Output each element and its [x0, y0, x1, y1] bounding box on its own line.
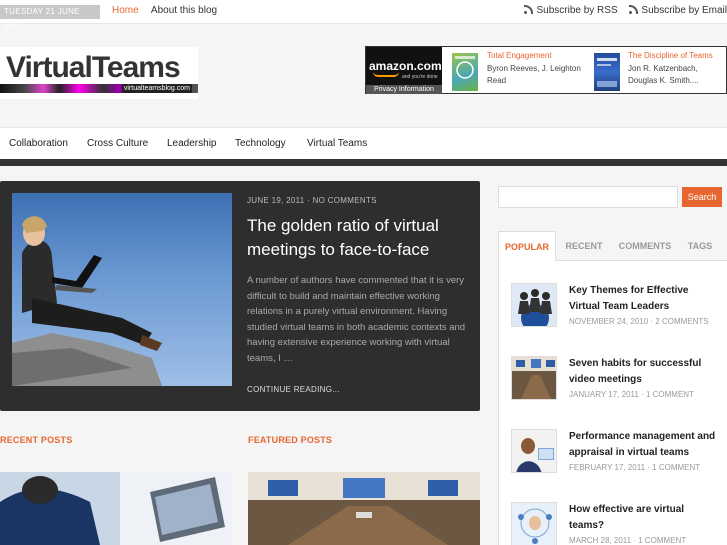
- book-author: Byron Reeves, J. Leighton Read: [487, 64, 581, 85]
- amazon-smile-icon: [373, 72, 399, 77]
- rss-icon: [629, 5, 639, 14]
- menu-divider-bar: [0, 159, 727, 166]
- recent-posts-heading: RECENT POSTS: [0, 435, 73, 445]
- featured-post-date: JUNE 19, 2011: [247, 196, 305, 205]
- post-date: NOVEMBER 24, 2010: [569, 317, 649, 326]
- search-input[interactable]: [498, 186, 678, 208]
- featured-post-thumbnail[interactable]: [248, 472, 480, 545]
- post-thumbnail[interactable]: [511, 356, 557, 400]
- privacy-information-link[interactable]: Privacy Information: [366, 85, 442, 94]
- date-badge: TUESDAY 21 JUNE 2011: [0, 5, 100, 30]
- rss-icon: [524, 5, 534, 14]
- menu-item-collaboration[interactable]: Collaboration: [9, 138, 68, 149]
- nav-about-link[interactable]: About this blog: [151, 5, 217, 16]
- book-title-link[interactable]: The Discipline of Teams: [628, 51, 713, 60]
- tab-recent[interactable]: RECENT: [558, 231, 610, 261]
- post-title[interactable]: Performance management and appraisal in …: [569, 429, 719, 461]
- menu-item-leadership[interactable]: Leadership: [167, 138, 216, 149]
- book-cover-total-engagement[interactable]: [452, 53, 478, 91]
- list-item[interactable]: Performance management and appraisal in …: [511, 429, 721, 495]
- book-title-link[interactable]: Total Engagement: [487, 51, 552, 60]
- post-meta: JANUARY 17, 2011 · 1 COMMENT: [569, 390, 694, 399]
- sidebar-tabs: POPULAR RECENT COMMENTS TAGS: [498, 231, 727, 261]
- post-thumbnail[interactable]: [511, 429, 557, 473]
- tab-tags[interactable]: TAGS: [680, 231, 720, 261]
- post-comments-link[interactable]: 1 COMMENT: [638, 536, 686, 545]
- post-date: FEBRUARY 17, 2011: [569, 463, 646, 472]
- list-item[interactable]: Seven habits for successful video meetin…: [511, 356, 721, 422]
- logo-text: VirtualTeams: [6, 51, 181, 84]
- menu-item-technology[interactable]: Technology: [235, 138, 286, 149]
- list-item[interactable]: How effective are virtual teams? MARCH 2…: [511, 502, 721, 545]
- featured-post-comments-link[interactable]: NO COMMENTS: [313, 196, 377, 205]
- subscribe-rss-label: Subscribe by RSS: [536, 5, 618, 16]
- post-title[interactable]: Key Themes for Effective Virtual Team Le…: [569, 283, 719, 315]
- tab-popular[interactable]: POPULAR: [498, 231, 556, 261]
- featured-posts-heading: FEATURED POSTS: [248, 435, 333, 445]
- list-item[interactable]: Key Themes for Effective Virtual Team Le…: [511, 283, 721, 349]
- top-nav: Home About this blog: [112, 5, 227, 16]
- post-title[interactable]: Seven habits for successful video meetin…: [569, 356, 719, 388]
- popular-posts-panel: Key Themes for Effective Virtual Team Le…: [498, 261, 727, 545]
- amazon-logo-panel[interactable]: amazon.com and you're done Privacy Infor…: [366, 47, 442, 94]
- logo-url: virtualteamsblog.com: [121, 84, 192, 93]
- top-bar: TUESDAY 21 JUNE 2011 Home About this blo…: [0, 0, 727, 30]
- subscribe-links: Subscribe by RSS Subscribe by Email: [515, 5, 727, 16]
- featured-post-title[interactable]: The golden ratio of virtual meetings to …: [247, 214, 467, 262]
- book-author: Jon R. Katzenbach, Douglas K. Smith....: [628, 64, 699, 85]
- post-comments-link[interactable]: 1 COMMENT: [652, 463, 700, 472]
- post-date: MARCH 28, 2011: [569, 536, 632, 545]
- post-thumbnail[interactable]: [511, 283, 557, 327]
- post-comments-link[interactable]: 1 COMMENT: [646, 390, 694, 399]
- amazon-ad-widget: amazon.com and you're done Privacy Infor…: [365, 46, 727, 94]
- tab-comments[interactable]: COMMENTS: [612, 231, 678, 261]
- featured-post-image[interactable]: [12, 193, 232, 386]
- post-date: JANUARY 17, 2011: [569, 390, 639, 399]
- post-comments-link[interactable]: 2 COMMENTS: [655, 317, 708, 326]
- post-title[interactable]: How effective are virtual teams?: [569, 502, 719, 534]
- post-meta: MARCH 28, 2011 · 1 COMMENT: [569, 536, 687, 545]
- post-meta: NOVEMBER 24, 2010 · 2 COMMENTS: [569, 317, 709, 326]
- post-thumbnail[interactable]: [511, 502, 557, 545]
- main-menu: Collaboration Cross Culture Leadership T…: [0, 127, 727, 160]
- subscribe-rss-link[interactable]: Subscribe by RSS: [524, 5, 618, 16]
- featured-post: JUNE 19, 2011 · NO COMMENTS The golden r…: [0, 181, 480, 411]
- subscribe-email-label: Subscribe by Email: [641, 5, 727, 16]
- menu-item-cross-culture[interactable]: Cross Culture: [87, 138, 148, 149]
- amazon-logo: amazon.com: [369, 59, 442, 73]
- site-logo[interactable]: VirtualTeams virtualteamsblog.com: [0, 47, 198, 99]
- menu-item-virtual-teams[interactable]: Virtual Teams: [307, 138, 367, 149]
- post-meta: FEBRUARY 17, 2011 · 1 COMMENT: [569, 463, 701, 472]
- book-cover-discipline-of-teams[interactable]: [594, 53, 620, 91]
- recent-post-thumbnail[interactable]: [0, 472, 232, 545]
- subscribe-email-link[interactable]: Subscribe by Email: [629, 5, 727, 16]
- continue-reading-link[interactable]: CONTINUE READING...: [247, 385, 340, 394]
- nav-home-link[interactable]: Home: [112, 5, 139, 16]
- featured-post-meta: JUNE 19, 2011 · NO COMMENTS: [247, 196, 377, 205]
- search-button[interactable]: Search: [682, 187, 722, 207]
- amazon-tagline: and you're done: [402, 74, 438, 80]
- featured-post-excerpt: A number of authors have commented that …: [247, 275, 466, 364]
